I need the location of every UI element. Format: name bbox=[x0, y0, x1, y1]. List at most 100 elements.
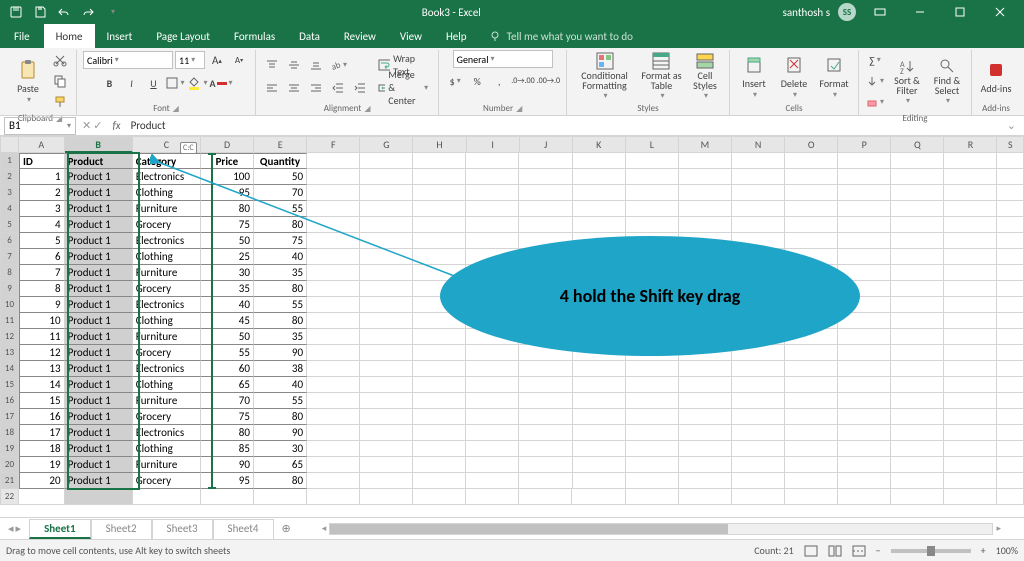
cell[interactable] bbox=[785, 441, 838, 457]
cell[interactable] bbox=[360, 409, 413, 425]
cell[interactable] bbox=[307, 313, 360, 329]
cell[interactable]: Product 1 bbox=[65, 201, 133, 217]
cell[interactable]: Product 1 bbox=[65, 185, 133, 201]
cell[interactable] bbox=[838, 201, 891, 217]
cell[interactable] bbox=[679, 393, 732, 409]
cell[interactable] bbox=[997, 265, 1024, 281]
column-header-O[interactable]: O bbox=[785, 136, 838, 153]
save-icon[interactable] bbox=[30, 2, 50, 22]
accounting-format-icon[interactable]: $ bbox=[445, 71, 465, 91]
cell[interactable]: 80 bbox=[254, 473, 307, 489]
cell[interactable] bbox=[838, 329, 891, 345]
cell[interactable] bbox=[626, 457, 679, 473]
column-header-Q[interactable]: Q bbox=[891, 136, 944, 153]
cell[interactable] bbox=[785, 153, 838, 169]
cell[interactable] bbox=[519, 377, 572, 393]
cell[interactable] bbox=[732, 393, 785, 409]
cell[interactable] bbox=[466, 393, 519, 409]
menu-tab-home[interactable]: Home bbox=[44, 24, 95, 48]
cell[interactable] bbox=[519, 153, 572, 169]
cell[interactable] bbox=[360, 329, 413, 345]
cell[interactable] bbox=[413, 473, 466, 489]
number-format-combo[interactable]: General bbox=[453, 50, 553, 68]
increase-indent-icon[interactable] bbox=[350, 78, 370, 98]
font-color-button[interactable]: A bbox=[209, 73, 232, 93]
cell[interactable] bbox=[573, 377, 626, 393]
cell[interactable] bbox=[891, 233, 944, 249]
cell[interactable] bbox=[944, 409, 997, 425]
decrease-indent-icon[interactable] bbox=[328, 78, 348, 98]
autosum-button[interactable]: ∑ bbox=[865, 50, 885, 70]
zoom-level[interactable]: 100% bbox=[996, 544, 1018, 557]
redo-icon[interactable] bbox=[78, 2, 98, 22]
cell[interactable]: 90 bbox=[254, 345, 307, 361]
row-header[interactable]: 7 bbox=[0, 249, 19, 265]
cell[interactable] bbox=[891, 473, 944, 489]
cell[interactable] bbox=[997, 281, 1024, 297]
cell[interactable] bbox=[679, 441, 732, 457]
row-header[interactable]: 20 bbox=[0, 457, 19, 473]
cell[interactable] bbox=[307, 457, 360, 473]
row-header[interactable]: 17 bbox=[0, 409, 19, 425]
row-header[interactable]: 15 bbox=[0, 377, 19, 393]
cell[interactable] bbox=[838, 153, 891, 169]
cell[interactable] bbox=[785, 217, 838, 233]
cell[interactable]: 40 bbox=[254, 377, 307, 393]
sheet-nav-next-icon[interactable]: ▸ bbox=[16, 522, 22, 535]
cell[interactable] bbox=[944, 345, 997, 361]
cell[interactable] bbox=[201, 489, 254, 505]
enter-formula-icon[interactable]: ✓ bbox=[93, 119, 102, 132]
cell[interactable] bbox=[838, 185, 891, 201]
cell[interactable] bbox=[519, 425, 572, 441]
cell[interactable] bbox=[785, 473, 838, 489]
format-as-table-button[interactable]: Format as Table bbox=[640, 51, 683, 101]
cell[interactable] bbox=[360, 489, 413, 505]
row-header[interactable]: 4 bbox=[0, 201, 19, 217]
cell[interactable] bbox=[891, 393, 944, 409]
row-header[interactable]: 5 bbox=[0, 217, 19, 233]
cell[interactable]: 6 bbox=[19, 249, 65, 265]
cell[interactable] bbox=[891, 441, 944, 457]
cell[interactable] bbox=[997, 377, 1024, 393]
cell[interactable] bbox=[519, 409, 572, 425]
cell[interactable] bbox=[133, 489, 201, 505]
cell[interactable] bbox=[891, 457, 944, 473]
cell[interactable] bbox=[519, 441, 572, 457]
row-header[interactable]: 6 bbox=[0, 233, 19, 249]
cell[interactable] bbox=[997, 457, 1024, 473]
cell[interactable] bbox=[413, 329, 466, 345]
cell[interactable]: Clothing bbox=[133, 377, 201, 393]
cell[interactable] bbox=[466, 425, 519, 441]
cell[interactable] bbox=[519, 457, 572, 473]
cell[interactable] bbox=[732, 217, 785, 233]
cell[interactable] bbox=[360, 361, 413, 377]
row-header[interactable]: 1 bbox=[0, 153, 19, 169]
cell[interactable] bbox=[307, 441, 360, 457]
cell[interactable]: 11 bbox=[19, 329, 65, 345]
cell[interactable] bbox=[466, 489, 519, 505]
cell[interactable] bbox=[466, 457, 519, 473]
align-top-icon[interactable] bbox=[262, 55, 282, 75]
menu-tab-formulas[interactable]: Formulas bbox=[222, 24, 287, 48]
cell[interactable] bbox=[838, 441, 891, 457]
cell[interactable] bbox=[944, 169, 997, 185]
cell[interactable] bbox=[997, 329, 1024, 345]
cell[interactable] bbox=[891, 489, 944, 505]
cell[interactable] bbox=[413, 377, 466, 393]
cell[interactable]: 60 bbox=[201, 361, 254, 377]
cell[interactable] bbox=[838, 393, 891, 409]
cell[interactable] bbox=[891, 409, 944, 425]
sort-filter-button[interactable]: AZSort & Filter bbox=[889, 56, 925, 106]
column-header-H[interactable]: H bbox=[413, 136, 466, 153]
cell[interactable]: 75 bbox=[201, 409, 254, 425]
cell[interactable] bbox=[360, 297, 413, 313]
cell[interactable] bbox=[838, 409, 891, 425]
cell[interactable] bbox=[838, 425, 891, 441]
cell[interactable] bbox=[891, 185, 944, 201]
menu-tab-data[interactable]: Data bbox=[287, 24, 332, 48]
cell[interactable]: Product 1 bbox=[65, 233, 133, 249]
decrease-decimal-icon[interactable]: .00→.0 bbox=[537, 71, 560, 91]
copy-button[interactable] bbox=[50, 71, 70, 91]
cell[interactable] bbox=[838, 457, 891, 473]
cell-styles-button[interactable]: Cell Styles bbox=[687, 51, 723, 101]
